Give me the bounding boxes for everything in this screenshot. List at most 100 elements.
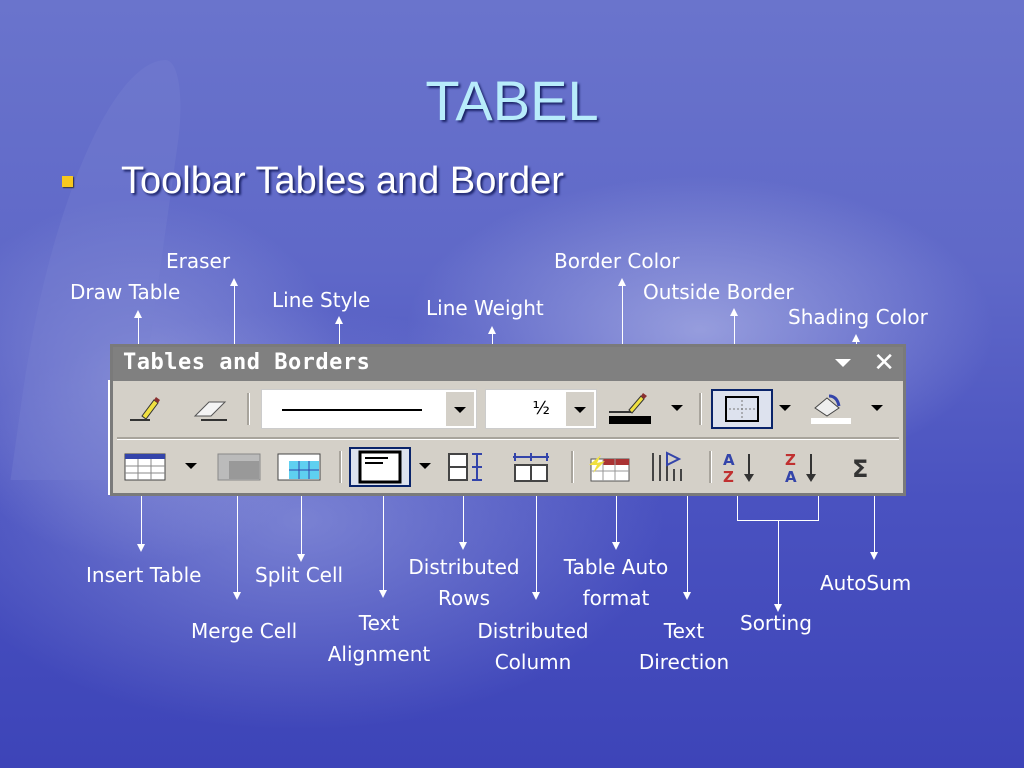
arrow-distributed-rows [459, 496, 467, 550]
arrow-distributed-column [532, 496, 540, 600]
arrow-autosum [870, 496, 878, 560]
draw-table-button[interactable] [123, 389, 167, 429]
label-line-weight: Line Weight [426, 296, 544, 320]
label-shading-color: Shading Color [788, 305, 928, 329]
line-style-select[interactable] [261, 389, 477, 429]
slide-title: TABEL [425, 69, 599, 132]
border-color-pencil-icon [609, 393, 651, 424]
insert-table-icon [124, 453, 166, 481]
label-text-direction-line2: Direction [638, 650, 730, 674]
toolbar-titlebar[interactable]: Tables and Borders ✕ [113, 347, 903, 381]
arrow-split-cell [297, 496, 305, 562]
label-insert-table: Insert Table [86, 563, 202, 587]
align-top-left-icon [358, 450, 402, 484]
eraser-button[interactable] [189, 389, 233, 429]
text-alignment-button[interactable] [349, 447, 411, 487]
label-split-cell: Split Cell [255, 563, 344, 587]
shading-color-dropdown-arrow[interactable] [871, 405, 883, 411]
outside-border-dropdown-arrow[interactable] [779, 405, 791, 411]
label-distributed-rows: Distributed Rows [402, 552, 526, 614]
toolbar-separator [339, 451, 342, 483]
label-distributed-rows-line2: Rows [437, 586, 490, 610]
svg-text:A: A [723, 451, 735, 469]
bullet-item: Toolbar Tables and Border [62, 160, 564, 203]
line-style-dropdown-button[interactable] [446, 392, 474, 426]
table-autoformat-icon [589, 455, 630, 482]
merge-cells-icon [217, 453, 261, 481]
toolbar-row-2: AZ ZA Σ [113, 441, 903, 493]
border-color-dropdown-arrow[interactable] [671, 405, 683, 411]
shading-color-button[interactable] [809, 389, 853, 429]
border-color-button[interactable] [607, 389, 651, 429]
arrow-sorting [774, 520, 782, 612]
toolbar-title: Tables and Borders [123, 350, 371, 375]
split-cells-button[interactable] [277, 447, 321, 487]
autosum-button[interactable]: Σ [843, 447, 887, 487]
toolbar-row-divider [117, 437, 899, 440]
toolbar-separator [247, 393, 250, 425]
label-autosum: AutoSum [820, 571, 912, 595]
text-alignment-dropdown-arrow[interactable] [419, 463, 431, 469]
label-text-direction-line1: Text [663, 619, 705, 643]
distribute-rows-button[interactable] [445, 447, 489, 487]
label-distributed-column: Distributed Column [470, 616, 596, 678]
line-weight-select[interactable]: ½ [485, 389, 597, 429]
split-cells-icon [277, 453, 321, 481]
bullet-text: Toolbar Tables and Border [121, 160, 564, 202]
sigma-icon: Σ [852, 455, 868, 482]
paint-bucket-icon [811, 394, 851, 424]
table-autoformat-button[interactable] [587, 447, 631, 487]
text-direction-button[interactable] [647, 447, 691, 487]
outside-border-icon [725, 396, 759, 422]
distribute-columns-icon [513, 453, 549, 482]
label-merge-cell: Merge Cell [191, 619, 298, 643]
svg-text:Z: Z [723, 468, 734, 484]
toolbar-separator [709, 451, 712, 483]
text-direction-icon [652, 451, 682, 481]
sort-descending-icon: ZA [785, 451, 816, 484]
outside-border-button[interactable] [711, 389, 773, 429]
line-weight-dropdown-button[interactable] [566, 392, 594, 426]
eraser-icon [193, 401, 227, 421]
sort-ascending-icon: AZ [723, 451, 754, 484]
pencil-icon [130, 397, 160, 421]
label-outside-border: Outside Border [643, 280, 794, 304]
toolbar-row-1: ½ [113, 383, 903, 435]
svg-text:Σ: Σ [852, 455, 868, 482]
label-table-autoformat: Table Auto format [554, 552, 678, 614]
label-text-direction: Text Direction [632, 616, 736, 678]
insert-table-button[interactable] [123, 447, 167, 487]
svg-text:A: A [785, 468, 797, 484]
line-style-preview [282, 409, 422, 411]
distribute-columns-button[interactable] [509, 447, 553, 487]
bullet-square-icon [62, 176, 73, 187]
label-text-alignment-line2: Alignment [327, 642, 431, 666]
toolbar-separator [571, 451, 574, 483]
label-eraser: Eraser [166, 249, 231, 273]
sorting-bracket-right [818, 496, 819, 520]
toolbar-separator [699, 393, 702, 425]
label-border-color: Border Color [554, 249, 680, 273]
label-distributed-column-line1: Distributed [477, 619, 589, 643]
merge-cells-button[interactable] [217, 447, 261, 487]
label-table-autoformat-line2: format [582, 586, 650, 610]
insert-table-dropdown-arrow[interactable] [185, 463, 197, 469]
toolbar-options-chevron-icon[interactable] [835, 359, 851, 367]
sort-ascending-button[interactable]: AZ [719, 447, 763, 487]
label-table-autoformat-line1: Table Auto [563, 555, 669, 579]
line-weight-value: ½ [532, 398, 550, 419]
arrow-table-autoformat [612, 496, 620, 550]
toolbar-close-button[interactable]: ✕ [873, 349, 895, 377]
arrow-text-alignment [379, 496, 387, 598]
arrow-merge-cell [233, 496, 241, 600]
label-line-style: Line Style [272, 288, 371, 312]
svg-text:Z: Z [785, 451, 796, 469]
label-text-alignment: Text Alignment [320, 608, 438, 670]
distribute-rows-icon [448, 453, 482, 481]
label-distributed-column-line2: Column [494, 650, 572, 674]
arrow-text-direction [683, 496, 691, 600]
sort-descending-button[interactable]: ZA [781, 447, 825, 487]
label-draw-table: Draw Table [70, 280, 181, 304]
tables-and-borders-toolbar: Tables and Borders ✕ ½ A Z Z A Σ [110, 344, 906, 496]
arrow-insert-table [137, 496, 145, 552]
